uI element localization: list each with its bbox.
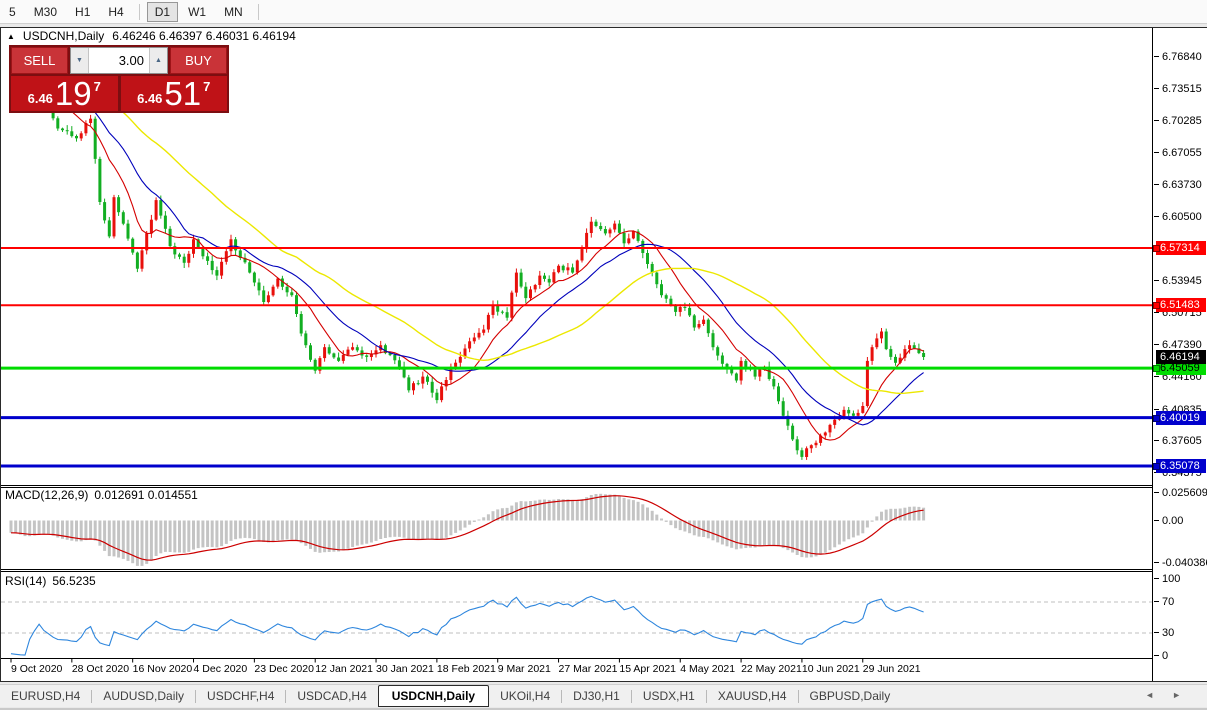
macd-layer	[10, 494, 926, 566]
x-axis-date-label: 15 Apr 2021	[619, 663, 676, 675]
x-axis-date-label: 29 Jun 2021	[863, 663, 921, 675]
x-axis-date-label: 22 May 2021	[741, 663, 802, 675]
level-price-label: 6.35078	[1156, 459, 1206, 473]
ma-fast-line	[11, 75, 924, 440]
x-axis-date-label: 9 Mar 2021	[498, 663, 551, 675]
x-axis-date-label: 4 Dec 2020	[194, 663, 248, 675]
x-axis-date-label: 12 Jan 2021	[315, 663, 373, 675]
level-price-label: 6.57314	[1156, 241, 1206, 255]
rsi-tick-label: 70	[1162, 596, 1174, 608]
macd-tick-label: 0.025609	[1162, 487, 1207, 499]
timeframe-button-5[interactable]: 5	[1, 2, 24, 22]
toolbar-separator	[258, 4, 259, 20]
volume-control: ▼ ▲	[70, 47, 168, 74]
timeframe-button-mn[interactable]: MN	[216, 2, 251, 22]
x-axis-date-label: 4 May 2021	[680, 663, 735, 675]
chart-tabs-bar: EURUSD,H4AUDUSD,DailyUSDCHF,H4USDCAD,H4U…	[0, 684, 1207, 707]
rsi-line	[11, 596, 924, 655]
level-price-label: 6.40019	[1156, 411, 1206, 425]
buy-price-handle: 6.46	[137, 91, 162, 106]
tab-usdcad-h4[interactable]: USDCAD,H4	[286, 686, 377, 706]
timeframe-button-h4[interactable]: H4	[100, 2, 131, 22]
one-click-trading-panel: SELL ▼ ▲ BUY 6.46 19 7 6.46 51 7	[9, 45, 229, 113]
x-axis-date-label: 27 Mar 2021	[559, 663, 618, 675]
chart-ohlc-values: 6.46246 6.46397 6.46031 6.46194	[112, 29, 296, 43]
rsi-tick-label: 100	[1162, 573, 1180, 585]
price-tick-label: 6.70285	[1162, 115, 1202, 127]
macd-indicator-label: MACD(12,26,9)0.012691 0.014551	[5, 488, 198, 502]
chart-title: ▲ USDCNH,Daily 6.46246 6.46397 6.46031 6…	[7, 29, 296, 43]
tab-dj30-h1[interactable]: DJ30,H1	[562, 686, 631, 706]
buy-price-pip-digit: 7	[203, 79, 210, 94]
volume-input[interactable]	[89, 48, 149, 73]
volume-decrease-button[interactable]: ▼	[71, 48, 89, 73]
x-axis-date-label: 10 Jun 2021	[802, 663, 860, 675]
tab-usdchf-h4[interactable]: USDCHF,H4	[196, 686, 285, 706]
tab-eurusd-h4[interactable]: EURUSD,H4	[0, 686, 91, 706]
macd-tick-label: 0.00	[1162, 515, 1183, 527]
tabs-scroll-right-icon[interactable]: ►	[1172, 690, 1181, 700]
sell-price-button[interactable]: 6.46 19 7	[11, 76, 118, 111]
tabs-scroll-nav: ◄ ►	[1145, 690, 1181, 700]
timeframe-button-m30[interactable]: M30	[26, 2, 65, 22]
toolbar-separator	[139, 4, 140, 20]
x-axis-date-label: 9 Oct 2020	[11, 663, 62, 675]
sell-price-handle: 6.46	[28, 91, 53, 106]
rsi-indicator-label: RSI(14)56.5235	[5, 574, 96, 588]
x-axis-date-label: 23 Dec 2020	[254, 663, 314, 675]
buy-price-button[interactable]: 6.46 51 7	[121, 76, 228, 111]
sell-price-pip-digit: 7	[94, 79, 101, 94]
chart-tabs: EURUSD,H4AUDUSD,DailyUSDCHF,H4USDCAD,H4U…	[0, 685, 901, 707]
buy-button[interactable]: BUY	[170, 47, 227, 74]
tab-gbpusd-daily[interactable]: GBPUSD,Daily	[799, 686, 902, 706]
buy-price-big-digits: 51	[164, 79, 201, 109]
rsi-layer	[1, 596, 1152, 655]
tab-usdcnh-daily[interactable]: USDCNH,Daily	[378, 685, 489, 707]
price-tick-label: 6.67055	[1162, 147, 1202, 159]
chart-window: ▲ USDCNH,Daily 6.46246 6.46397 6.46031 6…	[0, 27, 1207, 682]
x-axis-date-label: 16 Nov 2020	[133, 663, 193, 675]
time-scale[interactable]: 9 Oct 2020 28 Oct 2020 16 Nov 20204 Dec 20…	[1, 662, 1151, 679]
macd-tick-label: -0.040386	[1162, 557, 1207, 569]
timeframe-button-d1[interactable]: D1	[147, 2, 178, 22]
x-axis-date-label: 18 Feb 2021	[437, 663, 496, 675]
price-tick-label: 6.53945	[1162, 275, 1202, 287]
price-tick-label: 6.73515	[1162, 83, 1202, 95]
sell-button[interactable]: SELL	[11, 47, 68, 74]
level-price-label: 6.51483	[1156, 298, 1206, 312]
timeframe-button-h1[interactable]: H1	[67, 2, 98, 22]
price-tick-label: 6.37605	[1162, 435, 1202, 447]
mt4-terminal: 5M30H1H4 D1W1MN ▲ USDCNH,Daily 6.46246 6.…	[0, 0, 1207, 710]
price-tick-label: 6.76840	[1162, 51, 1202, 63]
volume-increase-button[interactable]: ▲	[149, 48, 167, 73]
chart-symbol-label: USDCNH,Daily	[23, 29, 104, 43]
rsi-tick-label: 30	[1162, 627, 1174, 639]
tab-xauusd-h4[interactable]: XAUUSD,H4	[707, 686, 798, 706]
tab-usdx-h1[interactable]: USDX,H1	[632, 686, 706, 706]
sell-price-big-digits: 19	[55, 79, 92, 109]
timeframe-toolbar: 5M30H1H4 D1W1MN	[0, 0, 1207, 24]
price-chart[interactable]	[1, 28, 1152, 681]
price-tick-label: 6.60500	[1162, 211, 1202, 223]
tab-audusd-daily[interactable]: AUDUSD,Daily	[92, 686, 195, 706]
tabs-scroll-left-icon[interactable]: ◄	[1145, 690, 1154, 700]
collapse-panel-icon[interactable]: ▲	[7, 32, 15, 41]
current-price-label: 6.46194	[1156, 350, 1206, 364]
price-tick-label: 6.63730	[1162, 179, 1202, 191]
tab-ukoil-h4[interactable]: UKOil,H4	[489, 686, 561, 706]
price-scale[interactable]: 6.76840 6.73515 6.70285 6.67055 6.63730 6.605…	[1152, 28, 1207, 681]
x-axis-date-label: 28 Oct 2020	[72, 663, 129, 675]
x-axis-date-label: 30 Jan 2021	[376, 663, 434, 675]
rsi-tick-label: 0	[1162, 650, 1168, 662]
timeframe-button-w1[interactable]: W1	[180, 2, 214, 22]
